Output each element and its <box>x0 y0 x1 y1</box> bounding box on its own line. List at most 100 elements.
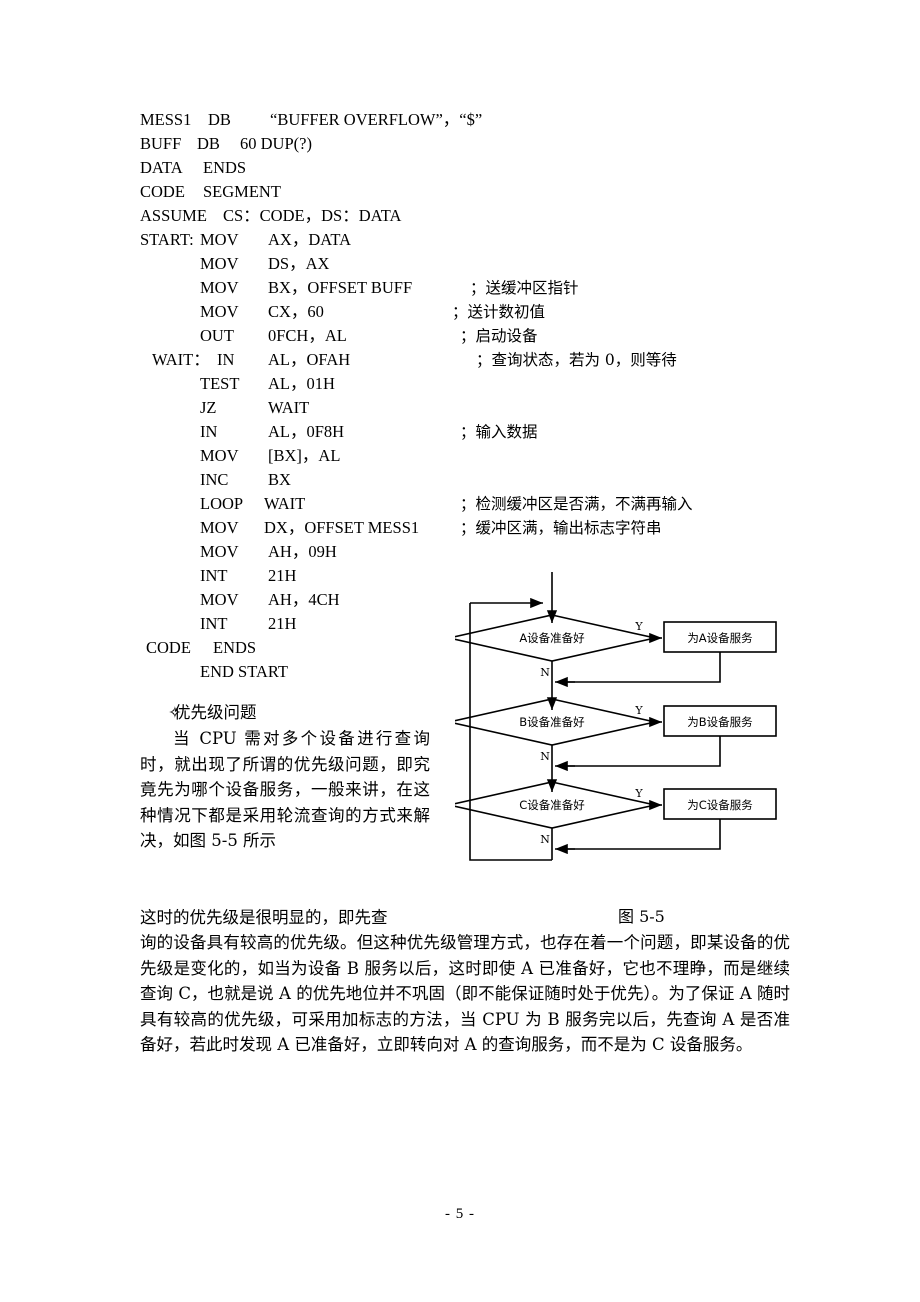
code-operand: WAIT <box>268 398 310 417</box>
code-label: BUFF <box>140 134 182 153</box>
code-line: LOOP WAIT ；检测缓冲区是否满，不满再输入 <box>140 492 790 516</box>
diamond-star-icon: ✧ <box>168 703 182 722</box>
document-page: MESS1 DB “BUFFER OVERFLOW”，“$” BUFF DB 60 DUP… <box>0 0 920 1302</box>
code-operand: DX，OFFSET MESS1 <box>264 518 420 537</box>
code-line: INC BX <box>140 468 790 492</box>
flow-box-a-label: 为A设备服务 <box>687 631 753 645</box>
code-line: DATA ENDS <box>140 156 790 180</box>
code-opcode: MOV <box>200 230 239 249</box>
code-opcode: MOV <box>200 278 239 297</box>
flow-a-return-path <box>559 652 721 683</box>
code-label: START: <box>140 230 194 249</box>
code-label: DATA <box>140 158 183 177</box>
code-opcode: ENDS <box>203 158 247 177</box>
figure-5-5-flowchart: A设备准备好 为A设备服务 Y N B设备准备好 为B设备服务 Y N C设备准… <box>455 570 795 890</box>
code-operand: “BUFFER OVERFLOW”，“$” <box>270 110 483 129</box>
code-operand: DS，AX <box>268 254 330 273</box>
code-opcode: DB <box>197 134 220 153</box>
code-comment: ；查询状态，若为 0，则等待 <box>476 351 677 369</box>
code-opcode: TEST <box>200 374 240 393</box>
code-operand: AX，DATA <box>268 230 352 249</box>
code-opcode: INT <box>200 614 228 633</box>
code-label: CODE <box>140 182 185 201</box>
code-operand: 21H <box>268 566 297 585</box>
code-comment: ；启动设备 <box>460 327 538 345</box>
code-opcode: IN <box>200 422 218 441</box>
code-operand: 0FCH，AL <box>268 326 347 345</box>
code-operand: 60 DUP(?) <box>240 134 312 153</box>
flow-b-yes-label: Y <box>634 704 643 717</box>
code-line: CODE SEGMENT <box>140 180 790 204</box>
code-line: MESS1 DB “BUFFER OVERFLOW”，“$” <box>140 108 790 132</box>
code-opcode: MOV <box>200 542 239 561</box>
code-label: WAIT： <box>152 350 210 369</box>
code-opcode: SEGMENT <box>203 182 281 201</box>
code-line: MOV AH，09H <box>140 540 790 564</box>
flow-a-yes-label: Y <box>634 620 643 633</box>
flow-b-no-label: N <box>540 750 550 763</box>
code-line: OUT 0FCH，AL ；启动设备 <box>140 324 790 348</box>
code-label: CODE <box>146 638 191 657</box>
code-operand: 21H <box>268 614 297 633</box>
flow-diamond-b-label: B设备准备好 <box>519 715 585 729</box>
code-operand: AH，09H <box>268 542 337 561</box>
code-line: START: MOV AX，DATA <box>140 228 790 252</box>
code-comment: ；缓冲区满，输出标志字符串 <box>460 519 662 537</box>
paragraph-priority-intro: 当 CPU 需对多个设备进行查询时，就出现了所谓的优先级问题，即究竟先为哪个设备… <box>140 729 430 850</box>
code-operand: CX，60 <box>268 302 324 321</box>
paragraph-wrap-line: 这时的优先级是很明显的，即先查 <box>140 908 388 927</box>
code-operand: AL，0F8H <box>268 422 345 441</box>
code-opcode: OUT <box>200 326 234 345</box>
flow-c-no-label: N <box>540 833 550 846</box>
code-operand: [BX]，AL <box>268 446 341 465</box>
code-line: JZ WAIT <box>140 396 790 420</box>
code-line: BUFF DB 60 DUP(?) <box>140 132 790 156</box>
code-opcode: LOOP <box>200 494 244 513</box>
code-line: TEST AL，01H <box>140 372 790 396</box>
code-operand: WAIT <box>264 494 306 513</box>
flow-b-return-path <box>559 736 721 767</box>
flow-box-b-label: 为B设备服务 <box>687 715 753 729</box>
code-opcode: IN <box>217 350 235 369</box>
code-comment: ；送缓冲区指针 <box>470 279 579 297</box>
code-label: MESS1 <box>140 110 192 129</box>
code-line: ASSUME CS：CODE，DS：DATA <box>140 204 790 228</box>
code-line: MOV DX，OFFSET MESS1 ；缓冲区满，输出标志字符串 <box>140 516 790 540</box>
code-opcode: MOV <box>200 446 239 465</box>
flow-box-c-label: 为C设备服务 <box>687 798 753 812</box>
flow-c-return-path <box>559 819 721 850</box>
code-operand: BX <box>268 470 291 489</box>
code-opcode: INT <box>200 566 228 585</box>
code-opcode: MOV <box>200 590 239 609</box>
code-opcode: INC <box>200 470 229 489</box>
code-line: IN AL，0F8H ；输入数据 <box>140 420 790 444</box>
code-comment: ；输入数据 <box>460 423 538 441</box>
code-opcode: ENDS <box>213 638 257 657</box>
code-line: MOV [BX]，AL <box>140 444 790 468</box>
flow-diamond-a-label: A设备准备好 <box>519 631 585 645</box>
code-line: MOV CX，60 ；送计数初值 <box>140 300 790 324</box>
code-line: MOV DS，AX <box>140 252 790 276</box>
code-comment: ；检测缓冲区是否满，不满再输入 <box>460 495 693 513</box>
code-line: MOV BX，OFFSET BUFF ；送缓冲区指针 <box>140 276 790 300</box>
code-line: WAIT： IN AL，OFAH ；查询状态，若为 0，则等待 <box>140 348 790 372</box>
code-opcode: MOV <box>200 518 239 537</box>
paragraph-priority-discussion: 询的设备具有较高的优先级。但这种优先级管理方式，也存在着一个问题，即某设备的优先… <box>140 933 790 1054</box>
figure-caption: 图 5-5 <box>618 907 665 926</box>
section-bullet-heading: ✧优先级问题 <box>140 700 440 726</box>
code-opcode: END START <box>200 662 288 681</box>
code-operand: AL，01H <box>268 374 335 393</box>
code-comment: ；送计数初值 <box>452 303 546 321</box>
code-opcode: CS：CODE，DS：DATA <box>223 206 402 225</box>
code-operand: BX，OFFSET BUFF <box>268 278 413 297</box>
page-number: - 5 - <box>445 1206 475 1222</box>
code-operand: AL，OFAH <box>268 350 351 369</box>
code-opcode: JZ <box>200 398 217 417</box>
code-label: ASSUME <box>140 206 207 225</box>
flow-diamond-c-label: C设备准备好 <box>519 798 585 812</box>
code-opcode: MOV <box>200 302 239 321</box>
flow-a-no-label: N <box>540 666 550 679</box>
code-opcode: MOV <box>200 254 239 273</box>
code-operand: AH，4CH <box>268 590 340 609</box>
code-opcode: DB <box>208 110 231 129</box>
